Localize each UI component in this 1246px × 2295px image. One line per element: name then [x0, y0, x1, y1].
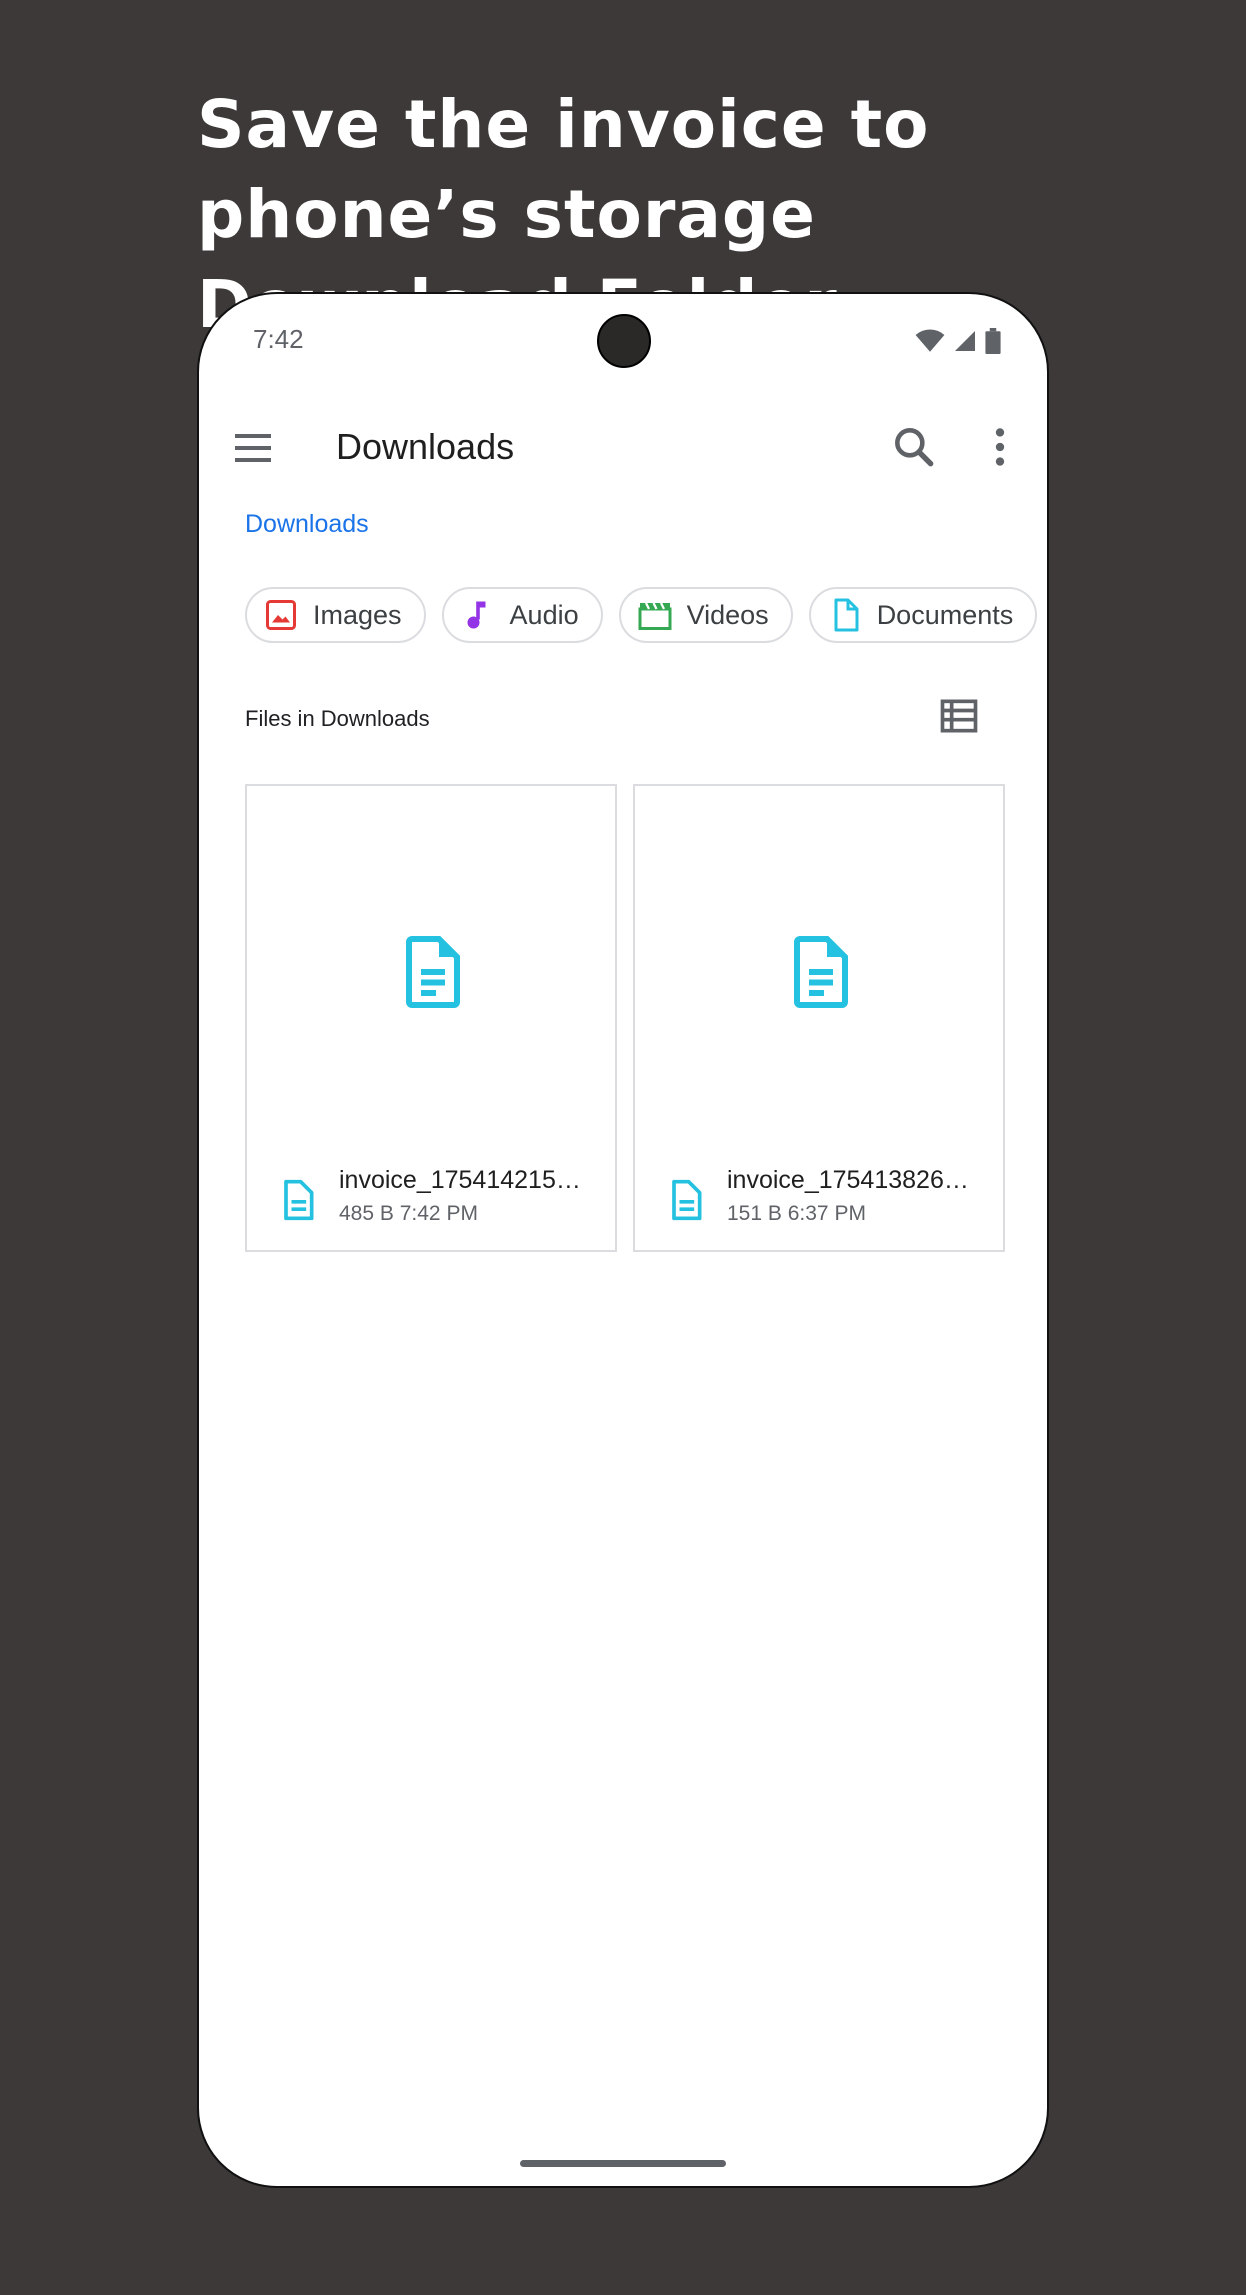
breadcrumb[interactable]: Downloads — [245, 510, 369, 539]
file-time: 6:37 PM — [787, 1202, 866, 1225]
chip-label: Documents — [876, 599, 1014, 630]
wifi-icon — [915, 329, 945, 352]
file-size: 485 B — [339, 1202, 394, 1225]
document-thumbnail-icon — [406, 936, 460, 1008]
chip-videos[interactable]: Videos — [618, 587, 793, 643]
file-meta: 151 B 6:37 PM — [727, 1202, 866, 1226]
file-time: 7:42 PM — [399, 1202, 478, 1225]
category-chips: Images Audio Videos Documents — [245, 587, 1038, 643]
file-size: 151 B — [727, 1202, 782, 1225]
document-icon — [284, 1179, 314, 1221]
file-name: invoice_175413826… — [727, 1166, 969, 1194]
list-view-icon[interactable] — [937, 694, 981, 738]
chip-documents[interactable]: Documents — [808, 587, 1038, 643]
search-icon[interactable] — [889, 422, 939, 472]
chip-label: Videos — [686, 599, 769, 630]
file-meta: 485 B 7:42 PM — [339, 1202, 478, 1226]
file-grid: invoice_175414215… 485 B 7:42 PM invoice… — [245, 784, 1005, 1252]
image-icon — [266, 600, 296, 630]
phone-screen: 7:42 Downloads Downloads Images Audio Vi… — [197, 292, 1049, 2188]
file-card[interactable]: invoice_175414215… 485 B 7:42 PM — [245, 784, 617, 1252]
card-footer: invoice_175414215… 485 B 7:42 PM — [247, 1160, 615, 1250]
file-card[interactable]: invoice_175413826… 151 B 6:37 PM — [633, 784, 1005, 1252]
app-bar: Downloads — [199, 404, 1047, 492]
app-title: Downloads — [336, 426, 515, 467]
document-thumbnail-icon — [794, 936, 848, 1008]
card-footer: invoice_175413826… 151 B 6:37 PM — [635, 1160, 1003, 1250]
hamburger-menu-icon[interactable] — [229, 424, 277, 472]
chip-audio[interactable]: Audio — [441, 587, 603, 643]
document-icon — [834, 598, 859, 632]
video-icon — [638, 602, 672, 630]
front-camera — [597, 314, 651, 368]
chip-label: Audio — [509, 599, 579, 630]
status-icons — [915, 328, 1001, 354]
file-name: invoice_175414215… — [339, 1166, 581, 1194]
more-options-icon[interactable] — [975, 422, 1025, 472]
status-bar: 7:42 — [199, 294, 1047, 384]
section-label: Files in Downloads — [245, 706, 430, 731]
home-indicator[interactable] — [520, 2160, 726, 2167]
battery-icon — [985, 328, 1001, 354]
document-icon — [672, 1179, 702, 1221]
chip-label: Images — [313, 599, 402, 630]
signal-icon — [955, 331, 975, 351]
status-time: 7:42 — [253, 324, 304, 354]
chip-images[interactable]: Images — [245, 587, 426, 643]
audio-icon — [467, 601, 486, 629]
